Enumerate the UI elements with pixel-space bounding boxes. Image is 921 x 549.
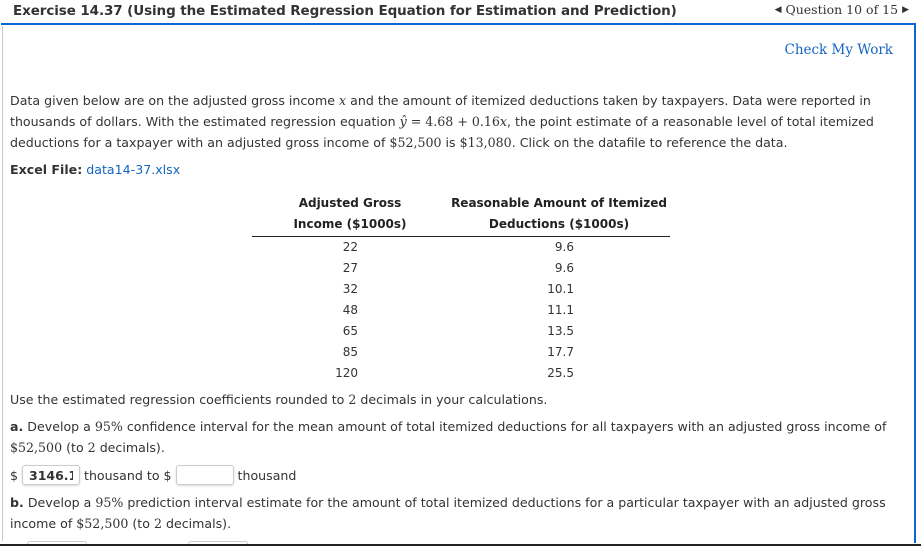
exercise-header: Exercise 14.37 (Using the Estimated Regr… xyxy=(0,0,921,22)
part-b-label: b. xyxy=(10,495,24,510)
currency-symbol: $ xyxy=(10,467,19,483)
part-a-question: a. Develop a 95% confidence interval for… xyxy=(10,416,895,458)
column-header-deductions-unit: Deductions ($1000s) xyxy=(448,214,670,237)
income-cell: 48 xyxy=(342,303,358,317)
intro-paragraph: Data given below are on the adjusted gro… xyxy=(10,90,895,153)
income-cell: 22 xyxy=(342,240,358,254)
questions-section: Use the estimated regression coefficient… xyxy=(10,389,895,534)
income-value: $52,500 xyxy=(389,135,442,150)
prediction-level: 95% xyxy=(95,495,124,510)
deduction-cell: 9.6 xyxy=(554,240,574,254)
exercise-title: Exercise 14.37 (Using the Estimated Regr… xyxy=(13,3,677,19)
table-row: 27 9.6 xyxy=(252,258,670,279)
question-text: (to xyxy=(62,440,88,455)
previous-question-icon[interactable]: ◀ xyxy=(775,5,782,15)
equation-x: x xyxy=(499,114,508,129)
part-a-answer-row: $ thousand to $ thousand xyxy=(10,462,895,488)
instructions: Use the estimated regression coefficient… xyxy=(10,389,895,410)
confidence-level: 95% xyxy=(94,419,123,434)
check-my-work-link[interactable]: Check My Work xyxy=(784,42,893,58)
next-question-icon[interactable]: ▶ xyxy=(902,5,909,15)
table-row: 85 17.7 xyxy=(252,342,670,363)
excel-file-line: Excel File: data14-37.xlsx xyxy=(10,159,895,180)
deduction-cell: 9.6 xyxy=(554,261,574,275)
question-text: decimals). xyxy=(161,516,232,531)
income-cell: 85 xyxy=(342,345,358,359)
question-text: decimals). xyxy=(95,440,165,455)
unit-text: thousand xyxy=(237,467,297,483)
instructions-text: Use the estimated regression coefficient… xyxy=(10,392,349,407)
table-row: 48 11.1 xyxy=(252,300,670,321)
question-body: Data given below are on the adjusted gro… xyxy=(10,90,895,180)
income-value: $52,500 xyxy=(10,440,63,455)
income-cell: 120 xyxy=(335,366,358,380)
excel-file-link[interactable]: data14-37.xlsx xyxy=(86,162,180,177)
deduction-cell: 10.1 xyxy=(547,282,574,296)
question-text: Develop a xyxy=(23,495,96,510)
part-a-lower-bound-input[interactable] xyxy=(22,465,81,485)
column-header-income: Adjusted Gross xyxy=(298,196,402,210)
intro-text: Data given below are on the adjusted gro… xyxy=(10,93,340,108)
decimal-count: 2 xyxy=(87,440,96,455)
question-navigator: ◀ Question 10 of 15 ▶ xyxy=(775,2,909,17)
question-text: confidence interval for the mean amount … xyxy=(122,419,887,434)
table-row: 32 10.1 xyxy=(252,279,670,300)
table-row: 120 25.5 xyxy=(252,363,670,384)
part-b-question: b. Develop a 95% prediction interval est… xyxy=(10,492,895,534)
decimal-count: 2 xyxy=(153,516,162,531)
frame-right-border xyxy=(914,23,916,543)
intro-text: . Click on the datafile to reference the… xyxy=(511,135,788,150)
question-counter: Question 10 of 15 xyxy=(785,2,899,17)
income-cell: 27 xyxy=(342,261,358,275)
deduction-cell: 25.5 xyxy=(547,366,574,380)
point-estimate: $13,080 xyxy=(459,135,512,150)
column-header-income-unit: Income ($1000s) xyxy=(252,214,448,237)
part-a-upper-bound-input[interactable] xyxy=(175,465,234,485)
question-text: (to xyxy=(128,516,154,531)
question-text: Develop a xyxy=(23,419,95,434)
between-text: thousand to $ xyxy=(84,467,172,483)
bottom-divider xyxy=(0,544,921,546)
data-table: Adjusted Gross Reasonable Amount of Item… xyxy=(252,193,670,384)
frame-top-border xyxy=(660,23,915,25)
part-a-label: a. xyxy=(10,419,24,434)
income-value: $52,500 xyxy=(76,516,129,531)
excel-file-label: Excel File: xyxy=(10,162,83,177)
deduction-cell: 11.1 xyxy=(547,303,574,317)
table-row: 22 9.6 xyxy=(252,237,670,259)
income-cell: 32 xyxy=(342,282,358,296)
equation-y-hat: ŷ xyxy=(399,114,407,129)
deduction-cell: 13.5 xyxy=(547,324,574,338)
income-cell: 65 xyxy=(342,324,358,338)
intro-text: is xyxy=(441,135,460,150)
equation-rhs: = 4.68 + 0.16 xyxy=(406,114,500,129)
instructions-text: decimals in your calculations. xyxy=(356,392,548,407)
column-header-deductions: Reasonable Amount of Itemized xyxy=(451,196,667,210)
left-border xyxy=(2,26,3,541)
table-row: 65 13.5 xyxy=(252,321,670,342)
deduction-cell: 17.7 xyxy=(547,345,574,359)
